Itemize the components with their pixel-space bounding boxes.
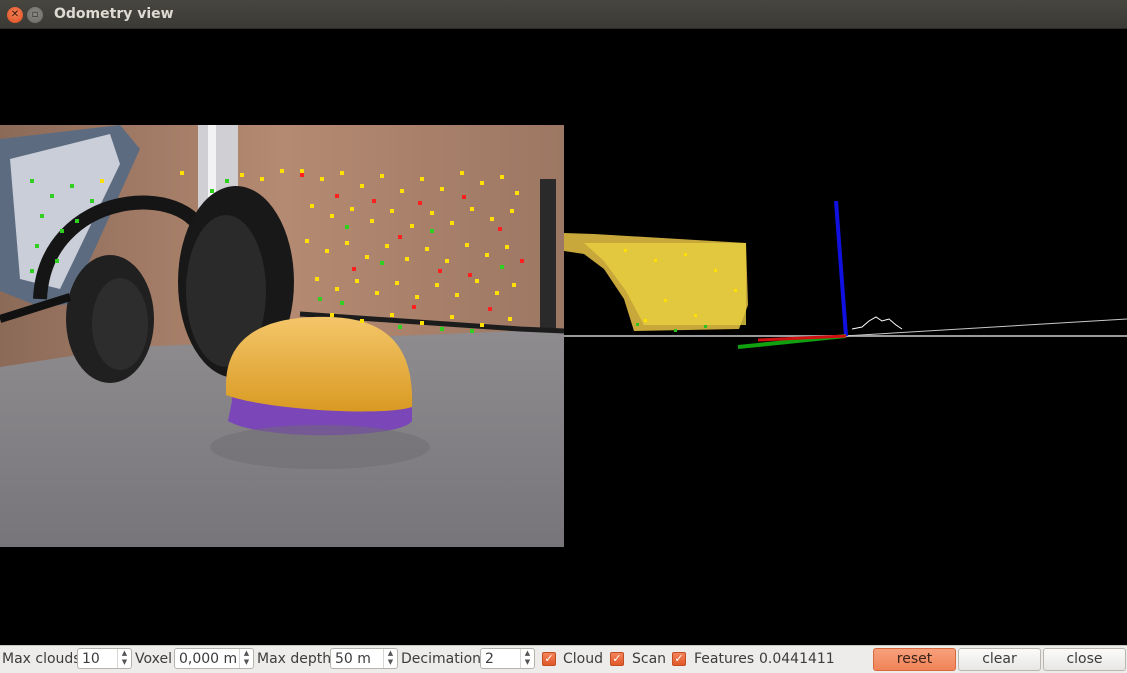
window-title-bar: ✕ ▫ Odometry view	[0, 0, 1127, 29]
decimation-value[interactable]: 2	[485, 649, 494, 669]
spin-arrows-icon[interactable]: ▲ ▼	[383, 649, 397, 668]
window-minimize-button[interactable]: ▫	[27, 7, 43, 23]
max-depth-spinbox[interactable]: 50 m ▲ ▼	[330, 648, 398, 669]
features-label[interactable]: Features	[694, 646, 754, 673]
controls-toolbar: Max clouds 10 ▲ ▼ Voxel 0,000 m ▲ ▼ Max de…	[0, 645, 1127, 673]
point-cloud	[564, 233, 903, 332]
features-checkbox[interactable]: ✓	[672, 652, 686, 666]
close-button[interactable]: close	[1043, 648, 1126, 671]
checkmark-icon: ✓	[612, 652, 622, 665]
voxel-spinbox[interactable]: 0,000 m ▲ ▼	[174, 648, 254, 669]
window-close-button[interactable]: ✕	[7, 7, 23, 23]
max-depth-value[interactable]: 50 m	[335, 649, 371, 669]
reset-button[interactable]: reset	[873, 648, 956, 671]
minimize-icon: ▫	[31, 9, 39, 20]
spin-arrows-icon[interactable]: ▲ ▼	[239, 649, 253, 668]
camera-image-view[interactable]	[0, 29, 564, 645]
decimation-label: Decimation	[401, 651, 482, 667]
max-clouds-label: Max clouds	[2, 651, 81, 667]
cloud-checkbox[interactable]: ✓	[542, 652, 556, 666]
checkmark-icon: ✓	[674, 652, 684, 665]
camera-frame	[0, 125, 564, 547]
max-clouds-spinbox[interactable]: 10 ▲ ▼	[77, 648, 132, 669]
close-icon: ✕	[10, 9, 20, 20]
odometry-axes	[737, 200, 848, 349]
cloud-label[interactable]: Cloud	[563, 646, 603, 673]
voxel-label: Voxel	[135, 651, 172, 667]
window-title: Odometry view	[54, 6, 174, 22]
quality-value: 0.0441411	[759, 651, 835, 667]
voxel-value[interactable]: 0,000 m	[179, 649, 237, 669]
checkmark-icon: ✓	[544, 652, 554, 665]
max-clouds-value[interactable]: 10	[82, 649, 100, 669]
spin-arrows-icon[interactable]: ▲ ▼	[520, 649, 534, 668]
cloud-3d-view[interactable]	[564, 29, 1127, 645]
scan-checkbox[interactable]: ✓	[610, 652, 624, 666]
max-depth-label: Max depth	[257, 651, 332, 667]
scan-label[interactable]: Scan	[632, 646, 666, 673]
spin-arrows-icon[interactable]: ▲ ▼	[117, 649, 131, 668]
clear-button[interactable]: clear	[958, 648, 1041, 671]
decimation-spinbox[interactable]: 2 ▲ ▼	[480, 648, 535, 669]
